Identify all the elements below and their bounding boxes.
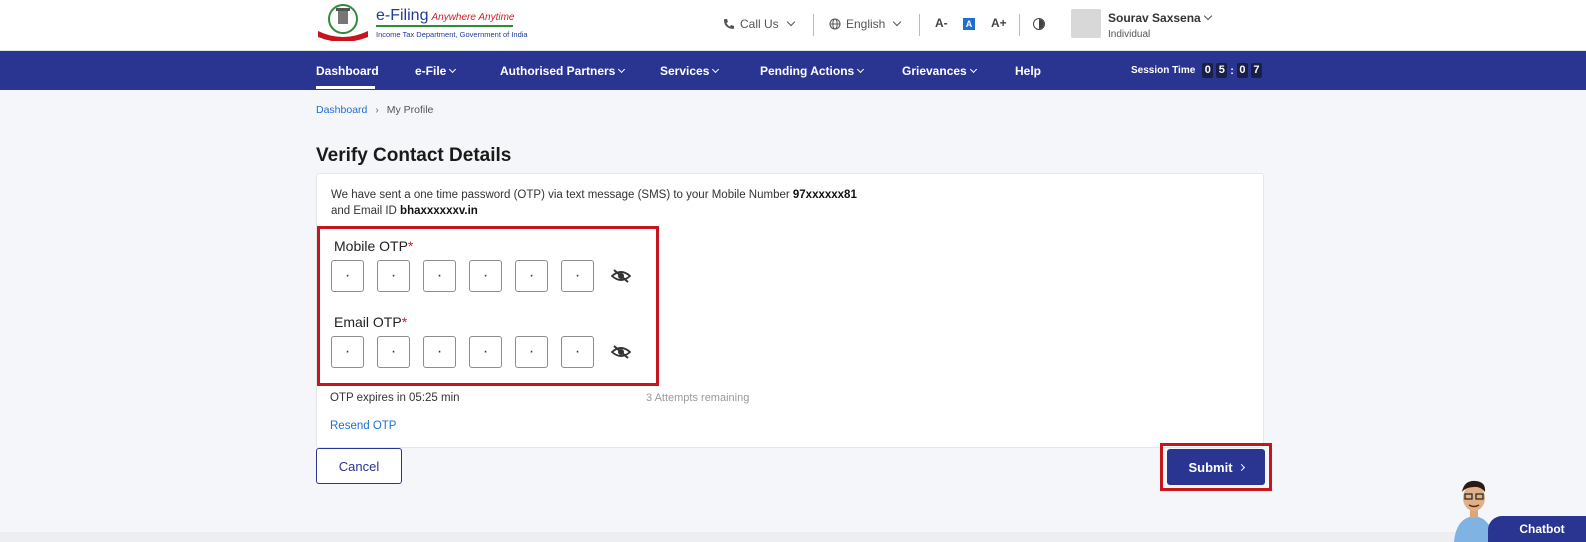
- font-increase-button[interactable]: A+: [991, 16, 1007, 30]
- phone-icon: [724, 19, 734, 29]
- breadcrumb-current: My Profile: [386, 104, 434, 116]
- nav-help[interactable]: Help: [1015, 64, 1041, 78]
- eye-slash-icon[interactable]: [611, 269, 631, 283]
- nav-authorised-partners[interactable]: Authorised Partners: [500, 64, 626, 78]
- chatbot-button[interactable]: Chatbot: [1488, 516, 1586, 542]
- session-timer: Session Time 0 5 : 0 7: [1131, 63, 1262, 78]
- chevron-down-icon: [857, 65, 865, 73]
- header-divider: [1019, 14, 1020, 36]
- nav-dashboard[interactable]: Dashboard: [316, 64, 379, 78]
- logo-underline: [376, 25, 513, 27]
- language-dropdown[interactable]: English: [829, 17, 902, 31]
- email-otp-digit[interactable]: ·: [515, 336, 548, 368]
- mobile-otp-digit[interactable]: ·: [561, 260, 594, 292]
- email-otp-label: Email OTP*: [334, 314, 408, 330]
- user-name: Sourav Saxsena: [1108, 11, 1201, 25]
- breadcrumb-dashboard[interactable]: Dashboard: [316, 104, 367, 116]
- font-default-button[interactable]: A: [963, 18, 975, 30]
- email-otp-digit[interactable]: ·: [469, 336, 502, 368]
- user-menu[interactable]: Sourav Saxsena: [1108, 11, 1212, 25]
- cancel-button[interactable]: Cancel: [316, 448, 402, 484]
- info-line-2: and Email ID: [331, 205, 397, 217]
- email-otp-digit[interactable]: ·: [423, 336, 456, 368]
- chevron-down-icon: [893, 17, 902, 27]
- logo-subtitle: Income Tax Department, Government of Ind…: [376, 30, 528, 39]
- chevron-down-icon: [969, 65, 977, 73]
- header-divider: [919, 14, 920, 36]
- logo-tagline: Anywhere Anytime: [431, 12, 515, 23]
- info-line-1: We have sent a one time password (OTP) v…: [331, 189, 790, 201]
- submit-button[interactable]: Submit: [1167, 449, 1265, 485]
- emblem-icon: [318, 4, 368, 41]
- eye-slash-icon[interactable]: [611, 345, 631, 359]
- chevron-down-icon: [786, 17, 795, 27]
- chevron-down-icon: [1203, 11, 1212, 21]
- efiling-logo[interactable]: e-Filing Anywhere Anytime Income Tax Depa…: [316, 3, 528, 43]
- attempts-remaining: 3 Attempts remaining: [646, 392, 750, 404]
- breadcrumb-separator: ›: [375, 104, 379, 116]
- email-otp-digit[interactable]: ·: [561, 336, 594, 368]
- user-type: Individual: [1108, 29, 1151, 40]
- resend-otp-link[interactable]: Resend OTP: [330, 420, 396, 432]
- nav-pending-actions[interactable]: Pending Actions: [760, 64, 865, 78]
- page-title: Verify Contact Details: [316, 145, 512, 166]
- email-otp-digit[interactable]: ·: [331, 336, 364, 368]
- breadcrumb: Dashboard › My Profile: [316, 104, 433, 116]
- chevron-right-icon: [1237, 463, 1245, 471]
- session-digit: 0: [1202, 63, 1214, 78]
- language-label: English: [846, 17, 886, 31]
- nav-efile[interactable]: e-File: [415, 64, 457, 78]
- session-colon: :: [1230, 64, 1234, 77]
- otp-expiry-text: OTP expires in 05:25 min: [330, 392, 460, 404]
- mobile-number: 97xxxxxx81: [792, 189, 857, 201]
- nav-grievances[interactable]: Grievances: [902, 64, 977, 78]
- email-id: bhaxxxxxxv.in: [400, 205, 478, 217]
- email-otp-inputs: · · · · · ·: [331, 336, 631, 368]
- font-decrease-button[interactable]: A-: [935, 16, 948, 30]
- chevron-down-icon: [712, 65, 720, 73]
- session-digit: 5: [1216, 63, 1228, 78]
- footer-strip: [0, 532, 1586, 542]
- top-header: e-Filing Anywhere Anytime Income Tax Depa…: [0, 0, 1586, 51]
- submit-highlight: Submit: [1160, 443, 1272, 491]
- contrast-toggle-icon[interactable]: [1033, 18, 1045, 30]
- otp-section: Mobile OTP* · · · · · · Email OTP* · · ·…: [317, 226, 659, 386]
- logo-title: e-Filing Anywhere Anytime: [376, 7, 515, 24]
- session-label: Session Time: [1131, 65, 1196, 76]
- otp-info-text: We have sent a one time password (OTP) v…: [331, 187, 857, 219]
- nav-services[interactable]: Services: [660, 64, 720, 78]
- chevron-down-icon: [618, 65, 626, 73]
- mobile-otp-digit[interactable]: ·: [331, 260, 364, 292]
- chevron-down-icon: [449, 65, 457, 73]
- mobile-otp-digit[interactable]: ·: [377, 260, 410, 292]
- header-divider: [813, 14, 814, 36]
- globe-icon: [829, 18, 841, 30]
- submit-label: Submit: [1188, 459, 1233, 475]
- avatar[interactable]: [1071, 9, 1101, 38]
- session-digit: 7: [1250, 63, 1262, 78]
- mobile-otp-digit[interactable]: ·: [515, 260, 548, 292]
- call-us-dropdown[interactable]: Call Us: [723, 17, 795, 31]
- main-nav: Dashboard e-File Authorised Partners Ser…: [0, 51, 1586, 90]
- mobile-otp-inputs: · · · · · ·: [331, 260, 631, 292]
- nav-active-indicator: [316, 86, 375, 89]
- session-digit: 0: [1236, 63, 1248, 78]
- mobile-otp-digit[interactable]: ·: [469, 260, 502, 292]
- email-otp-digit[interactable]: ·: [377, 336, 410, 368]
- call-us-label: Call Us: [740, 17, 779, 31]
- mobile-otp-label: Mobile OTP*: [334, 238, 414, 254]
- mobile-otp-digit[interactable]: ·: [423, 260, 456, 292]
